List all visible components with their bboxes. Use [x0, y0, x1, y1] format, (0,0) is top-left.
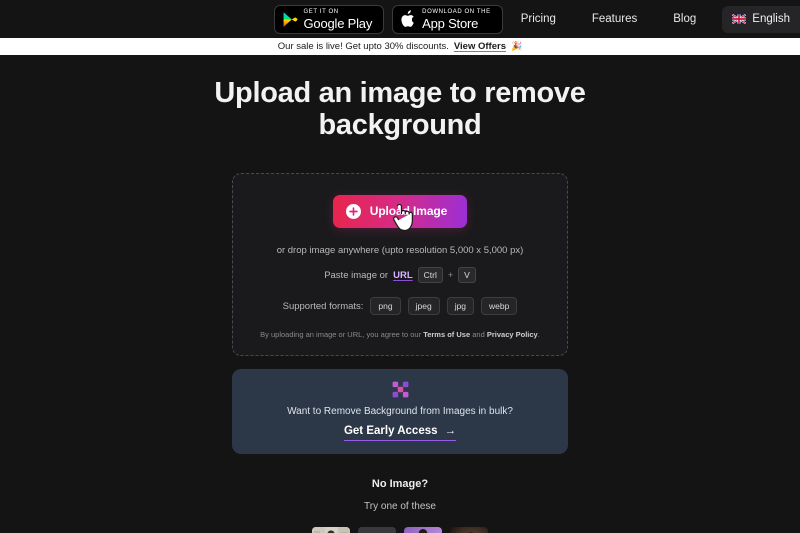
sample-thumbnail-woman-street[interactable] [312, 527, 350, 533]
google-play-badge-label: Google Play [303, 15, 373, 31]
sample-thumbnail-portrait-dark[interactable] [450, 527, 488, 533]
terms-mid: and [472, 330, 485, 340]
terms-disclaimer: By uploading an image or URL, you agree … [260, 330, 540, 339]
announcement-bar: Our sale is live! Get upto 30% discounts… [0, 38, 800, 55]
woman-street-photo [312, 527, 350, 533]
paste-hint-row: Paste image or URL Ctrl + V [324, 266, 476, 284]
format-chip-jpg[interactable]: jpg [446, 297, 475, 316]
format-chip-webp[interactable]: webp [481, 297, 518, 316]
language-label: English [752, 13, 790, 25]
upload-dropzone-card[interactable]: Upload Image or drop image anywhere (upt… [232, 172, 568, 357]
main-content: Upload an image to remove background Upl… [0, 55, 800, 533]
google-play-badge-small-text: GET IT ON [303, 8, 339, 15]
supported-formats-row: Supported formats: png jpeg jpg webp [282, 297, 518, 316]
get-early-access-link[interactable]: Get Early Access → [343, 425, 457, 442]
portrait-dark-photo [450, 527, 488, 533]
terms-of-use-link[interactable]: Terms of Use [423, 330, 470, 339]
uk-flag-icon [732, 14, 747, 24]
woman-purple-backdrop-photo [404, 527, 442, 533]
bulk-pinwheel-icon [392, 381, 408, 398]
paste-url-link[interactable]: URL [393, 270, 413, 281]
nav-link-features[interactable]: Features [574, 13, 655, 25]
party-popper-icon: 🎉 [510, 41, 523, 51]
drop-hint-text: or drop image anywhere (upto resolution … [276, 244, 524, 256]
app-store-badge[interactable]: Download on the App Store [392, 4, 503, 34]
language-selector[interactable]: English [722, 5, 800, 33]
nav-link-pricing[interactable]: Pricing [503, 13, 574, 25]
announcement-text: Our sale is live! Get upto 30% discounts… [277, 41, 449, 52]
terms-prefix: By uploading an image or URL, you agree … [260, 330, 422, 340]
get-early-access-label: Get Early Access [343, 425, 438, 438]
google-play-icon [283, 11, 297, 27]
top-navigation-bar: GET IT ON Google Play Download on the Ap… [0, 0, 800, 38]
upload-image-button[interactable]: Upload Image [332, 194, 468, 228]
dark-car-photo [358, 527, 396, 533]
format-chip-png[interactable]: png [370, 297, 401, 316]
page-title: Upload an image to remove background [214, 77, 586, 142]
key-v: V [458, 266, 476, 284]
google-play-badge[interactable]: GET IT ON Google Play [273, 4, 385, 34]
upload-image-button-label: Upload Image [369, 204, 448, 219]
no-image-subtitle: Try one of these [364, 501, 436, 513]
app-store-badge-label: App Store [422, 15, 479, 31]
arrow-right-icon: → [444, 425, 457, 438]
sample-thumbnail-dark-car[interactable] [358, 527, 396, 533]
privacy-policy-link[interactable]: Privacy Policy [487, 330, 538, 339]
app-store-badge-small-text: Download on the [422, 8, 491, 15]
bulk-banner-text: Want to Remove Background from Images in… [287, 406, 513, 418]
plus-icon [345, 203, 361, 219]
format-chip-jpeg[interactable]: jpeg [407, 297, 440, 316]
sample-thumbnail-woman-purple[interactable] [404, 527, 442, 533]
key-ctrl: Ctrl [417, 266, 443, 284]
supported-formats-label: Supported formats: [282, 300, 364, 312]
apple-icon [401, 10, 414, 27]
paste-hint-prefix: Paste image or [324, 269, 389, 281]
sample-thumbnails [312, 527, 488, 533]
terms-period: . [537, 330, 540, 340]
no-image-title: No Image? [371, 478, 429, 491]
nav-link-blog[interactable]: Blog [655, 13, 714, 25]
view-offers-link[interactable]: View Offers [454, 41, 506, 52]
bulk-upload-banner[interactable]: Want to Remove Background from Images in… [232, 369, 568, 455]
nav-links: Pricing Features Blog English [503, 5, 800, 33]
key-plus-separator: + [447, 270, 454, 281]
store-badges: GET IT ON Google Play Download on the Ap… [273, 4, 503, 34]
